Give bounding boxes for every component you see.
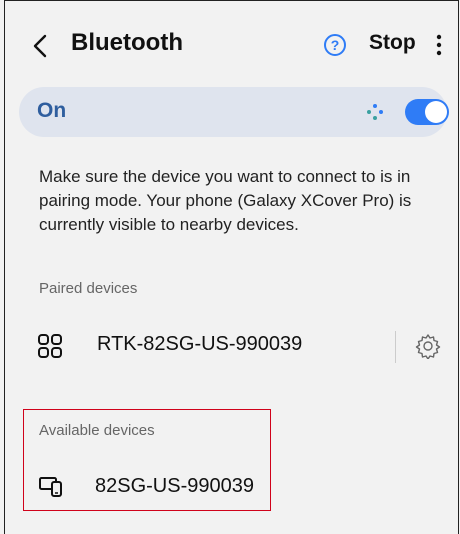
stop-scan-button[interactable]: Stop	[369, 31, 416, 55]
available-devices-header: Available devices	[39, 422, 155, 439]
more-options-button[interactable]	[429, 31, 449, 59]
paired-device-name: RTK-82SG-US-990039	[97, 333, 303, 355]
screen-frame: Bluetooth ? Stop On Make sure the device…	[4, 0, 459, 534]
row-divider	[395, 331, 396, 363]
scanning-dots-icon	[367, 104, 383, 120]
paired-devices-header: Paired devices	[39, 280, 138, 297]
help-circle-icon: ?	[324, 34, 346, 56]
bluetooth-toggle[interactable]	[405, 99, 449, 125]
pairing-description: Make sure the device you want to connect…	[39, 167, 412, 234]
device-settings-button[interactable]	[415, 333, 441, 360]
page-title: Bluetooth	[71, 29, 183, 56]
chevron-left-icon	[33, 34, 47, 58]
more-vertical-icon	[436, 34, 442, 56]
computer-phone-icon	[39, 477, 62, 497]
back-button[interactable]	[27, 31, 53, 61]
app-header: Bluetooth ? Stop	[5, 1, 458, 87]
help-button[interactable]: ?	[323, 33, 347, 57]
available-device-name[interactable]: 82SG-US-990039	[95, 475, 254, 498]
paired-device-row[interactable]: RTK-82SG-US-990039	[21, 307, 451, 387]
bluetooth-status-card[interactable]: On	[19, 87, 449, 137]
toggle-knob	[425, 101, 447, 123]
svg-text:?: ?	[331, 37, 340, 53]
device-grid-icon	[38, 334, 62, 358]
gear-icon	[415, 334, 441, 360]
bluetooth-status-label: On	[37, 99, 67, 122]
